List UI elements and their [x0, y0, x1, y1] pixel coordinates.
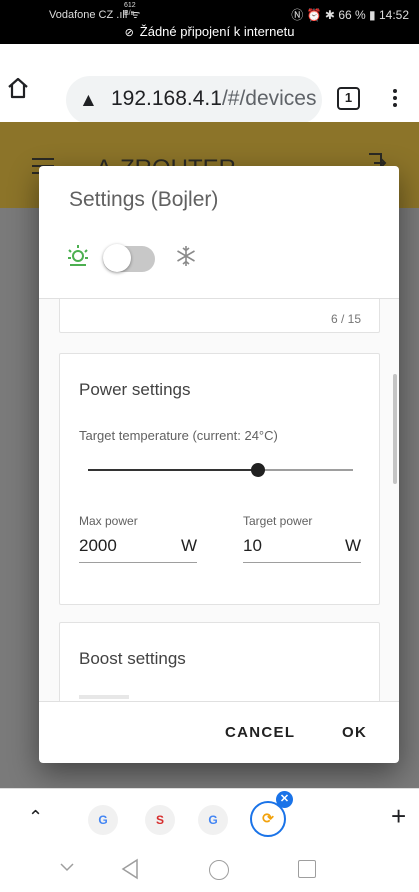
max-power-value[interactable]: 2000: [79, 536, 117, 556]
bluetooth-icon: ✱: [324, 8, 335, 22]
battery-icon: ▮: [369, 8, 376, 22]
slider-thumb[interactable]: [251, 463, 265, 477]
slider-track-active[interactable]: [88, 469, 258, 471]
target-temperature-slider[interactable]: [88, 462, 353, 478]
dialog-content[interactable]: 6 / 15 Power settings Target temperature…: [39, 299, 399, 701]
close-tab-icon[interactable]: ✕: [276, 791, 293, 808]
new-tab-plus-icon[interactable]: +: [391, 801, 406, 832]
no-connection-icon: ⊘: [124, 27, 134, 39]
tab-group-bar: ⌃ G S G ⟳ ✕ +: [0, 788, 419, 848]
overflow-menu-icon[interactable]: [383, 86, 407, 112]
power-settings-card: Power settings Target temperature (curre…: [59, 353, 380, 605]
target-power-input[interactable]: 10 W: [243, 534, 361, 563]
boost-field-partial: [79, 695, 129, 699]
hide-nav-chevron-icon[interactable]: [60, 860, 74, 874]
target-power-field[interactable]: Target power 10 W: [243, 514, 361, 563]
previous-settings-card: 6 / 15: [59, 299, 380, 333]
network-speed: 612 B/s: [124, 2, 136, 17]
toggle-knob[interactable]: [103, 244, 131, 272]
cancel-button[interactable]: CANCEL: [225, 724, 295, 741]
snowflake-icon: [177, 246, 195, 266]
boost-settings-card: Boost settings: [59, 622, 380, 701]
footer-divider: [39, 701, 399, 702]
url-text[interactable]: 192.168.4.1/#/devices: [111, 87, 317, 111]
back-triangle-icon[interactable]: [120, 858, 140, 880]
alarm-icon: ⏰: [306, 8, 322, 22]
boost-settings-title: Boost settings: [79, 649, 186, 668]
target-power-label: Target power: [243, 514, 313, 528]
tab-favicon-google-1[interactable]: G: [88, 805, 118, 835]
power-settings-title: Power settings: [79, 380, 191, 399]
recents-square-icon[interactable]: [298, 860, 316, 878]
browser-toolbar: ▲ 192.168.4.1/#/devices 1: [0, 44, 419, 124]
sun-cloud-icon: [68, 245, 88, 266]
dialog-title: Settings (Bojler): [69, 188, 219, 211]
status-bar: Vodafone CZ .ıll ᯤ 612 B/s Ⓝ ⏰ ✱ 66 % ▮ 1…: [0, 0, 419, 44]
tab-favicon-s[interactable]: S: [145, 805, 175, 835]
home-icon[interactable]: [6, 76, 30, 100]
target-power-unit: W: [344, 536, 361, 555]
mode-toggle-switch[interactable]: [103, 244, 155, 272]
battery-percent: 66 %: [338, 8, 366, 22]
offline-banner: ⊘ Žádné připojení k internetu: [124, 24, 295, 39]
warning-icon[interactable]: ▲: [79, 90, 98, 112]
max-power-label: Max power: [79, 514, 138, 528]
status-icons: Ⓝ ⏰ ✱ 66 % ▮ 14:52: [291, 6, 409, 23]
tab-switcher-button[interactable]: 1: [337, 87, 360, 110]
mode-toggle-row: [65, 242, 265, 272]
max-power-input[interactable]: 2000 W: [79, 534, 197, 563]
target-temperature-label: Target temperature (current: 24°C): [79, 428, 278, 443]
address-bar[interactable]: ▲ 192.168.4.1/#/devices: [66, 76, 322, 124]
clock: 14:52: [378, 8, 409, 22]
ok-button[interactable]: OK: [342, 724, 367, 741]
nfc-icon: Ⓝ: [291, 8, 304, 22]
settings-dialog: Settings (Bojler) 6 / 15 Power settings …: [39, 166, 399, 763]
character-counter: 6 / 15: [330, 312, 361, 326]
system-nav-bar: [0, 848, 419, 892]
tab-favicon-google-2[interactable]: G: [198, 805, 228, 835]
target-power-value[interactable]: 10: [243, 536, 262, 556]
max-power-field[interactable]: Max power 2000 W: [79, 514, 197, 563]
max-power-unit: W: [180, 536, 197, 555]
chevron-up-icon[interactable]: ⌃: [28, 807, 43, 828]
home-circle-icon[interactable]: [209, 860, 229, 880]
scrollbar[interactable]: [393, 374, 397, 484]
slider-track-inactive[interactable]: [258, 469, 353, 471]
